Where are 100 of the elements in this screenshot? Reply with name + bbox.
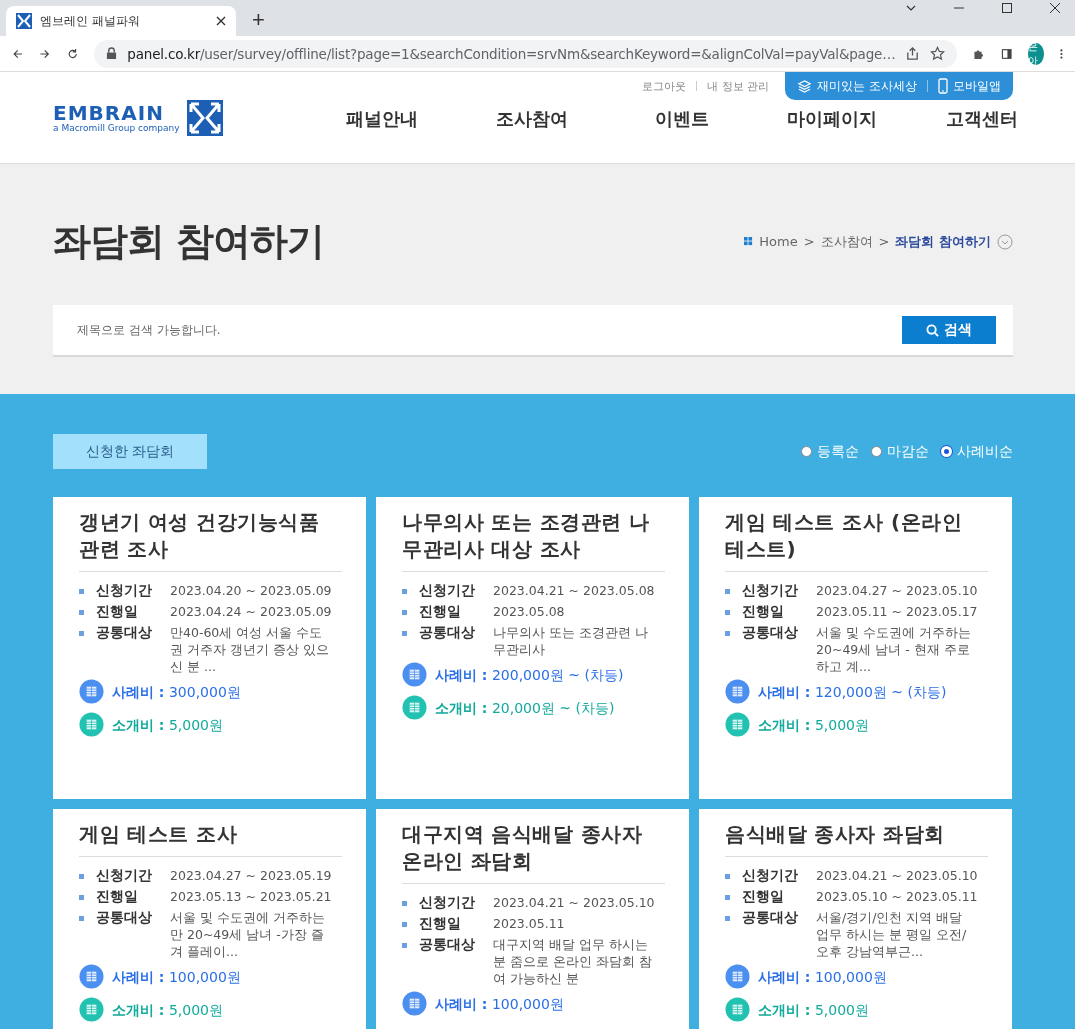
- field-label: 신청기간: [96, 582, 153, 599]
- field-value: 2023.04.27 ~ 2023.05.10: [816, 582, 978, 599]
- page-title: 좌담회 참여하기: [53, 218, 325, 265]
- field-value: 서울 및 수도권에 거주하는 20~49세 남녀 - 현재 주로 하고 계...: [816, 624, 972, 675]
- document-icon: [79, 964, 104, 989]
- card-title[interactable]: 나무의사 또는 조경관련 나무관리사 대상 조사: [402, 509, 665, 572]
- logo-icon: [16, 13, 32, 29]
- bullet-icon: [79, 631, 84, 636]
- breadcrumb-separator: >: [878, 234, 890, 249]
- document-icon: [725, 997, 750, 1022]
- document-icon: [402, 662, 427, 687]
- field-label: 신청기간: [96, 867, 153, 884]
- star-icon[interactable]: [930, 46, 946, 61]
- search-field[interactable]: 제목으로 검색 가능합니다. 검색: [53, 305, 1013, 355]
- bullet-icon: [725, 589, 730, 594]
- share-icon[interactable]: [905, 46, 921, 61]
- document-icon: [402, 695, 427, 720]
- bullet-icon: [79, 874, 84, 879]
- new-tab-button[interactable]: +: [246, 6, 271, 34]
- field-label: 진행일: [419, 603, 462, 620]
- card-title[interactable]: 게임 테스트 조사 (온라인 테스트): [725, 509, 988, 572]
- radio-button[interactable]: [801, 446, 812, 457]
- bullet-icon: [725, 895, 730, 900]
- address-field[interactable]: panel.co.kr/user/survey/offline/list?page=1&searchCondition=srvNm&searchKeyword=&alignColVal=payVal&page…: [94, 39, 958, 68]
- survey-card[interactable]: 대구지역 음식배달 종사자 온라인 좌담회 신청기간 2023.04.21 ~ 2023.05.10 진행일 2023.05.11 공통대상 대구지역 배달 업무 하시는 분 줌으로 온라인 좌담회 참여 가능하신 분 사례비 : 100,000원: [376, 809, 689, 1029]
- survey-card[interactable]: 게임 테스트 조사 (온라인 테스트) 신청기간 2023.04.27 ~ 2023.05.10 진행일 2023.05.11 ~ 2023.05.17 공통대상 서울 및 수도권에 거주하는 20~49세 남녀 - 현재 주로 하고 계... 사례비 : 120,000원 ~ (차등) 소개비 : 5,000원: [699, 497, 1012, 799]
- header-link[interactable]: 내 정보 관리: [707, 78, 770, 94]
- fee-text: 사례비 : 200,000원 ~ (차등): [435, 666, 624, 683]
- survey-card[interactable]: 나무의사 또는 조경관련 나무관리사 대상 조사 신청기간 2023.04.21 ~ 2023.05.08 진행일 2023.05.08 공통대상 나무의사 또는 조경관련 나무관리사 사례비 : 200,000원 ~ (차등) 소개비 : 20,000원 ~ (차등): [376, 497, 689, 799]
- field-label: 공통대상: [742, 909, 799, 926]
- document-icon: [725, 712, 750, 737]
- browser-tab[interactable]: 엠브레인 패널파워: [6, 6, 236, 36]
- field-value: 만40-60세 여성 서울 수도권 거주자 갱년기 증상 있으신 분 ...: [170, 624, 330, 675]
- search-button[interactable]: 검색: [902, 316, 996, 344]
- bullet-icon: [725, 916, 730, 921]
- radio-button[interactable]: [871, 446, 882, 457]
- field-label: 공통대상: [96, 624, 153, 641]
- bullet-icon: [402, 610, 407, 615]
- document-icon: [402, 991, 427, 1016]
- header-link[interactable]: 로그아웃: [642, 78, 687, 94]
- bullet-icon: [725, 631, 730, 636]
- bullet-icon: [725, 610, 730, 615]
- survey-card[interactable]: 음식배달 종사자 좌담회 신청기간 2023.04.21 ~ 2023.05.10 진행일 2023.05.10 ~ 2023.05.11 공통대상 서울/경기/인천 지역 배달 업무 하시는 분 평일 오전/오후 강남역부근... 사례비 : 100,000원 소개비 : 5,000원: [699, 809, 1012, 1029]
- fee-text: 소개비 : 5,000원: [112, 1001, 223, 1018]
- document-icon: [79, 679, 104, 704]
- card-title[interactable]: 음식배달 종사자 좌담회: [725, 821, 988, 857]
- bullet-icon: [402, 922, 407, 927]
- nav-item[interactable]: 마이페이지: [757, 107, 907, 131]
- fee-text: 사례비 : 120,000원 ~ (차등): [758, 683, 947, 700]
- close-icon[interactable]: [216, 16, 226, 26]
- field-value: 2023.04.24 ~ 2023.05.09: [170, 603, 332, 620]
- field-label: 신청기간: [742, 867, 799, 884]
- field-value: 서울/경기/인천 지역 배달 업무 하시는 분 평일 오전/오후 강남역부근...: [816, 909, 968, 960]
- field-value: 2023.05.10 ~ 2023.05.11: [816, 888, 978, 905]
- survey-card[interactable]: 게임 테스트 조사 신청기간 2023.04.27 ~ 2023.05.19 진행일 2023.05.13 ~ 2023.05.21 공통대상 서울 및 수도권에 거주하는 만 20~49세 남녀 -가장 즐겨 플레이... 사례비 : 100,000원 소개비 : 5,000원: [53, 809, 366, 1029]
- maximize-icon[interactable]: [1001, 2, 1013, 14]
- fee-text: 소개비 : 5,000원: [758, 716, 869, 733]
- fee-text: 사례비 : 100,000원: [435, 995, 564, 1012]
- fee-text: 소개비 : 5,000원: [758, 1001, 869, 1018]
- field-value: 2023.04.20 ~ 2023.05.09: [170, 582, 332, 599]
- field-value: 대구지역 배달 업무 하시는 분 줌으로 온라인 좌담회 참여 가능하신 분: [493, 936, 653, 987]
- nav-item[interactable]: 고객센터: [907, 107, 1057, 131]
- nav-item[interactable]: 조사참여: [457, 107, 607, 131]
- field-label: 진행일: [96, 888, 139, 905]
- close-icon[interactable]: [1049, 2, 1061, 14]
- lock-icon: [106, 47, 118, 60]
- logo-wordmark[interactable]: EMBRAIN: [53, 103, 180, 123]
- breadcrumb-link[interactable]: 조사참여: [820, 232, 873, 251]
- bullet-icon: [402, 943, 407, 948]
- card-title[interactable]: 갱년기 여성 건강기능식품 관련 조사: [79, 509, 342, 572]
- fee-text: 소개비 : 20,000원 ~ (차등): [435, 699, 615, 716]
- logo-icon[interactable]: [187, 100, 224, 136]
- field-value: 2023.04.21 ~ 2023.05.08: [493, 582, 655, 599]
- fee-text: 사례비 : 100,000원: [758, 968, 887, 985]
- bullet-icon: [79, 610, 84, 615]
- document-icon: [79, 712, 104, 737]
- field-value: 2023.04.21 ~ 2023.05.10: [493, 894, 655, 911]
- card-title[interactable]: 대구지역 음식배달 종사자 온라인 좌담회: [402, 821, 665, 884]
- field-value: 2023.04.21 ~ 2023.05.10: [816, 867, 978, 884]
- field-value: 2023.05.11: [493, 915, 566, 932]
- field-label: 공통대상: [742, 624, 799, 641]
- nav-item[interactable]: 이벤트: [607, 107, 757, 131]
- survey-card[interactable]: 갱년기 여성 건강기능식품 관련 조사 신청기간 2023.04.20 ~ 2023.05.09 진행일 2023.04.24 ~ 2023.05.09 공통대상 만40-60세 여성 서울 수도권 거주자 갱년기 증상 있으신 분 ... 사례비 : 300,000원 소개비 : 5,000원: [53, 497, 366, 799]
- field-label: 신청기간: [419, 582, 476, 599]
- field-label: 신청기간: [742, 582, 799, 599]
- card-title[interactable]: 게임 테스트 조사: [79, 821, 342, 857]
- field-label: 진행일: [742, 888, 785, 905]
- document-icon: [79, 997, 104, 1022]
- field-label: 진행일: [419, 915, 462, 932]
- phone-icon: [938, 78, 948, 94]
- field-value: 서울 및 수도권에 거주하는 만 20~49세 남녀 -가장 즐겨 플레이...: [170, 909, 326, 960]
- breadcrumb-link[interactable]: Home: [759, 234, 798, 249]
- search-icon: [926, 323, 939, 337]
- document-icon: [725, 964, 750, 989]
- fee-text: 사례비 : 300,000원: [112, 683, 241, 700]
- nav-item[interactable]: 패널안내: [307, 107, 457, 131]
- applied-sessions-button[interactable]: 신청한 좌담회: [53, 434, 207, 469]
- breadcrumb-link[interactable]: 좌담회 참여하기: [895, 232, 991, 251]
- field-label: 공통대상: [96, 909, 153, 926]
- field-value: 2023.05.08: [493, 603, 566, 620]
